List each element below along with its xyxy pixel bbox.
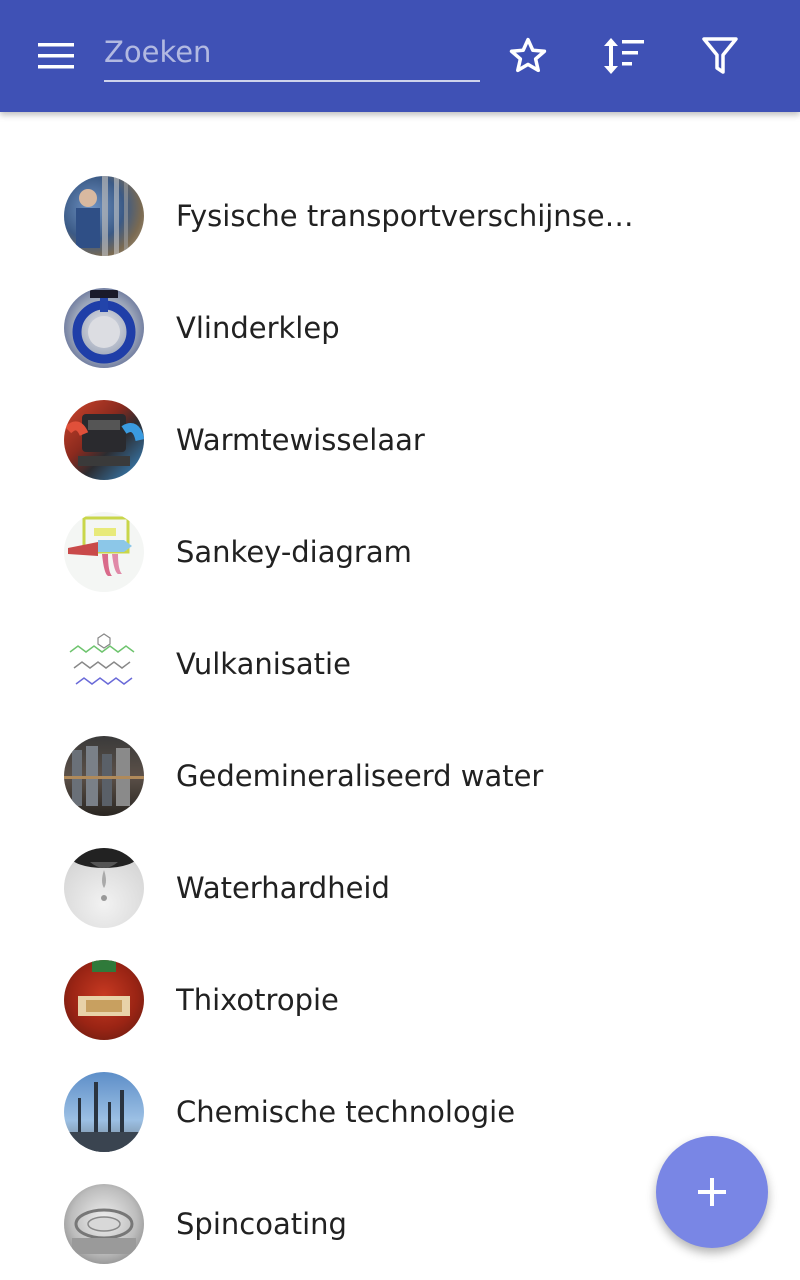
hamburger-menu-icon: [38, 43, 74, 69]
plus-icon: [698, 1178, 726, 1206]
faucet-drip-thumbnail: [64, 848, 144, 928]
list-item[interactable]: Vlinderklep: [0, 272, 800, 384]
article-list: Fysische transportverschijnse… Vlinderkl…: [0, 160, 800, 1280]
list-item[interactable]: Gedemineraliseerd water: [0, 720, 800, 832]
item-title: Thixotropie: [176, 983, 339, 1017]
item-title: Waterhardheid: [176, 871, 390, 905]
filter-button[interactable]: [692, 28, 748, 84]
add-button[interactable]: [656, 1136, 768, 1248]
search-field: [104, 24, 480, 82]
heat-exchanger-thumbnail: [64, 400, 144, 480]
favorites-button[interactable]: [500, 28, 556, 84]
chemical-plant-thumbnail: [64, 1072, 144, 1152]
list-item[interactable]: Waterhardheid: [0, 832, 800, 944]
item-title: Spincoating: [176, 1207, 347, 1241]
tube-worker-thumbnail: [64, 176, 144, 256]
list-item[interactable]: Vulkanisatie: [0, 608, 800, 720]
star-outline-icon: [509, 37, 547, 73]
menu-button[interactable]: [24, 28, 88, 84]
item-title: Gedemineraliseerd water: [176, 759, 544, 793]
search-input[interactable]: [104, 24, 480, 80]
list-item[interactable]: Warmtewisselaar: [0, 384, 800, 496]
item-title: Vulkanisatie: [176, 647, 351, 681]
ketchup-bottle-thumbnail: [64, 960, 144, 1040]
app-bar: [0, 0, 800, 112]
list-item[interactable]: Sankey-diagram: [0, 496, 800, 608]
filter-icon: [702, 37, 738, 74]
item-title: Warmtewisselaar: [176, 423, 425, 457]
sort-button[interactable]: [596, 28, 652, 84]
butterfly-valve-thumbnail: [64, 288, 144, 368]
list-item[interactable]: Fysische transportverschijnse…: [0, 160, 800, 272]
item-title: Vlinderklep: [176, 311, 340, 345]
sankey-diagram-thumbnail: [64, 512, 144, 592]
water-plant-thumbnail: [64, 736, 144, 816]
item-title: Sankey-diagram: [176, 535, 412, 569]
item-title: Fysische transportverschijnse…: [176, 199, 634, 233]
list-item[interactable]: Thixotropie: [0, 944, 800, 1056]
item-title: Chemische technologie: [176, 1095, 516, 1129]
sort-icon: [604, 38, 644, 74]
spin-coater-thumbnail: [64, 1184, 144, 1264]
molecule-structure-thumbnail: [64, 624, 144, 704]
